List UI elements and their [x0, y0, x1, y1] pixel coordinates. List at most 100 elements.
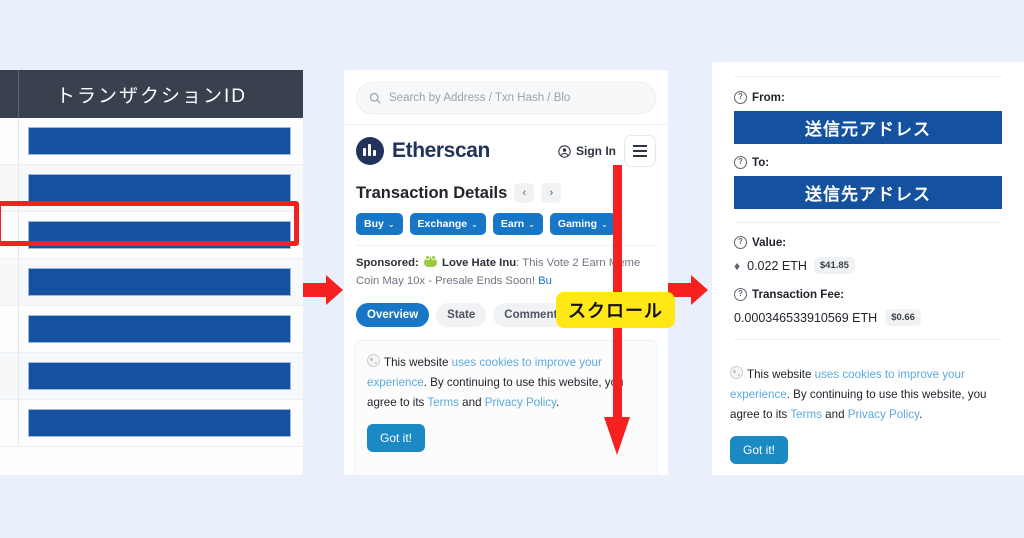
fee-amount: 0.000346533910569 ETH — [734, 310, 878, 325]
terms-link[interactable]: Terms — [790, 408, 822, 421]
privacy-policy-link[interactable]: Privacy Policy — [485, 396, 556, 409]
next-transaction-button[interactable]: › — [541, 183, 562, 203]
spreadsheet-rows — [0, 118, 303, 447]
row-number-cell — [0, 212, 19, 258]
table-row[interactable] — [0, 212, 303, 259]
value-amount: 0.022 ETH — [747, 258, 807, 273]
cookie-and: and — [462, 395, 482, 409]
cookie-lead: This website — [384, 356, 449, 369]
etherscan-logo-icon — [356, 137, 384, 165]
redacted-transaction-id — [28, 315, 291, 343]
value-label-text: Value: — [752, 236, 787, 249]
table-row[interactable] — [0, 353, 303, 400]
table-row[interactable] — [0, 259, 303, 306]
sponsored-link[interactable]: Bu — [538, 275, 552, 287]
chip-label: Earn — [500, 218, 525, 230]
table-row[interactable] — [0, 165, 303, 212]
redacted-transaction-id — [28, 127, 291, 155]
spreadsheet-header: トランザクションID — [0, 70, 303, 118]
redacted-transaction-id — [28, 174, 291, 202]
got-it-button[interactable]: Got it! — [730, 435, 789, 464]
frog-icon — [423, 255, 437, 267]
row-number-cell — [0, 259, 19, 305]
chip-label: Gaming — [557, 218, 597, 230]
sign-in-label: Sign In — [576, 144, 616, 158]
cookie-icon — [730, 366, 743, 379]
search-placeholder: Search by Address / Txn Hash / Blo — [389, 92, 571, 104]
brand-actions: Sign In — [558, 135, 656, 167]
user-circle-icon — [558, 144, 571, 158]
chip-exchange[interactable]: Exchange ⌄ — [409, 213, 486, 235]
cookie-and: and — [825, 407, 845, 421]
row-number-gutter — [0, 70, 19, 118]
tab-overview[interactable]: Overview — [356, 303, 430, 327]
value-field-label: ? Value: — [734, 236, 1002, 249]
to-label-text: To: — [752, 156, 770, 169]
redacted-transaction-id — [28, 362, 291, 390]
terms-link[interactable]: Terms — [427, 396, 459, 409]
sponsored-prefix: Sponsored: — [356, 257, 419, 269]
help-icon[interactable]: ? — [734, 91, 747, 104]
sponsored-advertiser[interactable]: Love Hate Inu — [442, 257, 516, 269]
got-it-button[interactable]: Got it! — [367, 423, 426, 452]
fee-usd-badge: $0.66 — [885, 309, 921, 326]
fee-label-text: Transaction Fee: — [752, 288, 845, 301]
transaction-fields: ? From: 送信元アドレス ? To: 送信先アドレス ? Value: ♦… — [712, 62, 1024, 340]
cookie-consent-text: This website uses cookies to improve you… — [730, 365, 1006, 425]
tab-state[interactable]: State — [436, 303, 487, 327]
table-row[interactable] — [0, 306, 303, 353]
cookie-consent-card: This website uses cookies to improve you… — [712, 353, 1024, 464]
chevron-down-icon: ⌄ — [387, 219, 395, 229]
row-number-cell — [0, 353, 19, 399]
table-row[interactable] — [0, 118, 303, 165]
redacted-transaction-id — [28, 409, 291, 437]
brand-name: Etherscan — [392, 139, 490, 162]
value-usd-badge: $41.85 — [813, 257, 855, 274]
redacted-transaction-id — [28, 221, 291, 249]
from-address-redacted: 送信元アドレス — [734, 111, 1002, 144]
value-row: ♦ 0.022 ETH $41.85 — [734, 257, 1002, 274]
column-header-label: トランザクションID — [55, 85, 247, 107]
help-icon[interactable]: ? — [734, 156, 747, 169]
chip-label: Exchange — [417, 218, 468, 230]
divider — [734, 339, 1002, 340]
help-icon[interactable]: ? — [734, 236, 747, 249]
search-input[interactable]: Search by Address / Txn Hash / Blo — [356, 82, 656, 114]
hamburger-menu-icon[interactable] — [624, 135, 656, 167]
scroll-callout-label: スクロール — [556, 292, 675, 328]
divider — [734, 76, 1002, 77]
row-number-cell — [0, 306, 19, 352]
from-field-label: ? From: — [734, 91, 1002, 104]
row-number-cell — [0, 165, 19, 211]
spreadsheet-panel: トランザクションID — [0, 70, 303, 475]
cookie-icon — [367, 354, 380, 367]
row-number-cell — [0, 118, 19, 164]
ethereum-icon: ♦ — [734, 258, 741, 273]
help-icon[interactable]: ? — [734, 288, 747, 301]
fee-row: 0.000346533910569 ETH $0.66 — [734, 309, 1002, 326]
table-row[interactable] — [0, 400, 303, 447]
arrow-right-icon — [303, 275, 346, 305]
chevron-down-icon: ⌄ — [528, 219, 535, 229]
chip-earn[interactable]: Earn ⌄ — [492, 213, 543, 235]
divider — [734, 222, 1002, 223]
to-address-redacted: 送信先アドレス — [734, 176, 1002, 209]
privacy-policy-link[interactable]: Privacy Policy — [848, 408, 919, 421]
cookie-end: . — [556, 395, 560, 409]
page-title: Transaction Details — [356, 183, 508, 202]
prev-transaction-button[interactable]: ‹ — [514, 183, 535, 203]
fee-field-label: ? Transaction Fee: — [734, 288, 1002, 301]
cookie-end: . — [919, 407, 923, 421]
search-bar-container: Search by Address / Txn Hash / Blo — [344, 70, 668, 124]
to-field-label: ? To: — [734, 156, 1002, 169]
redacted-transaction-id — [28, 268, 291, 296]
sign-in-button[interactable]: Sign In — [558, 144, 616, 158]
chip-buy[interactable]: Buy ⌄ — [356, 213, 403, 235]
chip-label: Buy — [364, 218, 384, 230]
search-icon — [369, 92, 381, 104]
transaction-detail-panel: ? From: 送信元アドレス ? To: 送信先アドレス ? Value: ♦… — [712, 62, 1024, 475]
chevron-down-icon: ⌄ — [471, 219, 478, 229]
from-label-text: From: — [752, 91, 785, 104]
row-number-cell — [0, 400, 19, 446]
cookie-lead: This website — [747, 368, 812, 381]
